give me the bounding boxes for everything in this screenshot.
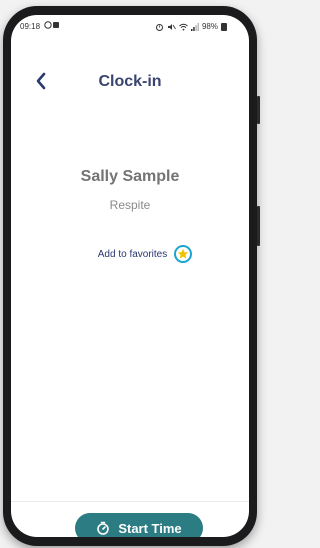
favorites-label[interactable]: Add to favorites xyxy=(98,249,167,260)
header: Clock-in xyxy=(11,67,249,97)
star-icon xyxy=(178,248,189,259)
battery-percent: 98% xyxy=(201,22,218,31)
stopwatch-icon xyxy=(97,521,110,535)
wifi-icon xyxy=(179,23,188,30)
power-button xyxy=(257,206,260,246)
program-name: Respite xyxy=(109,198,151,212)
status-bar: 09:18 98% xyxy=(11,15,249,37)
volume-button xyxy=(257,96,260,124)
screen: 09:18 98% Clock-in Sally Sample Respite … xyxy=(11,15,249,537)
page-title: Clock-in xyxy=(98,73,162,90)
battery-icon xyxy=(221,22,227,31)
mute-icon xyxy=(167,23,176,30)
client-name: Sally Sample xyxy=(80,168,180,185)
signal-icon xyxy=(190,22,199,31)
whatsapp-icon xyxy=(44,21,59,29)
start-time-button[interactable]: Start Time xyxy=(75,513,203,537)
status-right: 98% xyxy=(155,22,227,31)
favorite-star-button[interactable] xyxy=(174,245,193,263)
start-time-label: Start Time xyxy=(118,520,182,536)
status-time: 09:18 xyxy=(20,22,41,31)
footer-divider xyxy=(11,501,249,502)
alarm-icon xyxy=(155,23,163,31)
add-to-favorites[interactable]: Add to favorites xyxy=(41,245,249,263)
notification-icons xyxy=(44,21,60,31)
phone-frame: 09:18 98% Clock-in Sally Sample Respite … xyxy=(3,6,260,546)
